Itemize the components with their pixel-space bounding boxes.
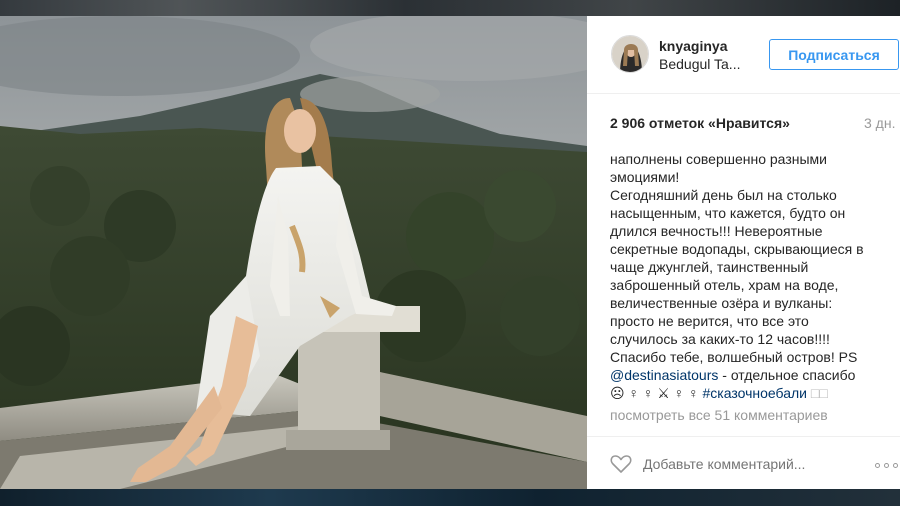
- caption-line: насыщенным, что кажется, будто он: [610, 205, 846, 221]
- more-options-icon[interactable]: [875, 463, 900, 469]
- post-header: knyaginya Bedugul Ta... Подписаться: [587, 16, 900, 94]
- caption-line: заброшенный отель, храм на воде,: [610, 277, 839, 293]
- likes-row: 2 906 отметок «Нравится» 3 дн.: [610, 115, 900, 133]
- likes-count[interactable]: 2 906 отметок «Нравится»: [610, 115, 790, 131]
- location-link[interactable]: Bedugul Ta...: [659, 56, 749, 72]
- username-link[interactable]: knyaginya: [659, 38, 727, 54]
- caption-line: просто не верится, что все это: [610, 313, 809, 329]
- comment-input[interactable]: [643, 454, 843, 474]
- caption-line: наполнены совершенно разными: [610, 151, 827, 167]
- caption-line: Спасибо тебе, волшебный остров! PS: [610, 349, 858, 365]
- post-details-panel: knyaginya Bedugul Ta... Подписаться 2 90…: [587, 16, 900, 489]
- post-footer: [587, 436, 900, 489]
- caption-line: длился вечность!!! Невероятные: [610, 223, 823, 239]
- follow-button[interactable]: Подписаться: [769, 39, 899, 70]
- mention-suffix: - отдельное спасибо: [718, 367, 856, 383]
- mention-link[interactable]: @destinasiatours: [610, 367, 718, 383]
- caption-line: величественные озёра и вулканы:: [610, 295, 833, 311]
- emoji-text: ☹ ♀ ♀ ⚔ ♀ ♀: [610, 385, 699, 401]
- caption-line: Сегодняшний день был на столько: [610, 187, 837, 203]
- caption-line: секретные водопады, скрывающиеся в: [610, 241, 864, 257]
- caption-line: случилось за каких-то 12 часов!!!!: [610, 331, 830, 347]
- background-feed-top: [0, 0, 900, 16]
- caption-line: чаще джунглей, таинственный: [610, 259, 809, 275]
- post-photo[interactable]: [0, 16, 587, 489]
- post-caption: наполнены совершенно разными эмоциями! С…: [610, 150, 888, 414]
- caption-line-hashtag: ☹ ♀ ♀ ⚔ ♀ ♀ #сказочноебали □□: [610, 384, 888, 402]
- caption-line: эмоциями!: [610, 169, 680, 185]
- post-photo-image: [0, 16, 587, 489]
- post-timestamp[interactable]: 3 дн.: [864, 115, 895, 131]
- background-feed-bottom: [0, 488, 900, 506]
- avatar[interactable]: [611, 35, 649, 73]
- view-all-comments-link[interactable]: посмотреть все 51 комментариев: [610, 407, 828, 423]
- heart-icon[interactable]: [609, 451, 633, 475]
- hashtag-suffix: □□: [807, 385, 828, 401]
- caption-line-mention: @destinasiatours - отдельное спасибо: [610, 366, 888, 384]
- hashtag-link[interactable]: #сказочноебали: [702, 385, 807, 401]
